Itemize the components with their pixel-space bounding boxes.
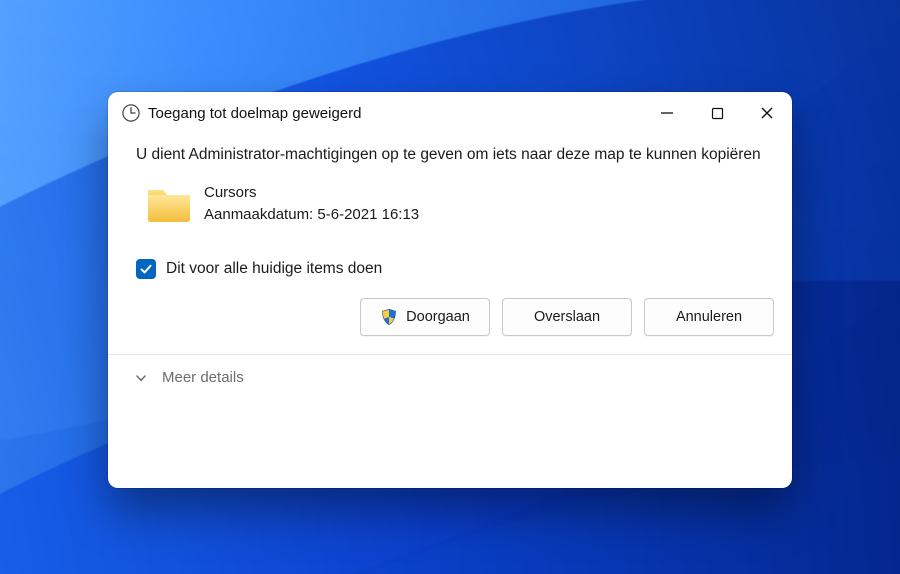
apply-all-checkbox[interactable] bbox=[136, 259, 156, 279]
titlebar: Toegang tot doelmap geweigerd bbox=[108, 92, 792, 134]
dialog-message: U dient Administrator-machtigingen op te… bbox=[136, 144, 764, 166]
skip-button[interactable]: Overslaan bbox=[502, 298, 632, 336]
more-details-link[interactable]: Meer details bbox=[162, 369, 244, 386]
continue-button-label: Doorgaan bbox=[406, 309, 470, 325]
cancel-button[interactable]: Annuleren bbox=[644, 298, 774, 336]
clock-icon bbox=[122, 104, 140, 122]
access-denied-dialog: Toegang tot doelmap geweigerd U dient Ad… bbox=[108, 92, 792, 488]
dialog-body: U dient Administrator-machtigingen op te… bbox=[108, 134, 792, 280]
close-button[interactable] bbox=[742, 92, 792, 134]
folder-created-date: Aanmaakdatum: 5-6-2021 16:13 bbox=[204, 204, 419, 226]
dialog-button-row: Doorgaan Overslaan Annuleren bbox=[108, 280, 792, 336]
folder-icon bbox=[146, 184, 192, 231]
uac-shield-icon bbox=[380, 308, 398, 326]
skip-button-label: Overslaan bbox=[534, 309, 600, 325]
apply-all-label: Dit voor alle huidige items doen bbox=[166, 258, 382, 280]
cancel-button-label: Annuleren bbox=[676, 309, 742, 325]
chevron-down-icon[interactable] bbox=[134, 371, 148, 385]
folder-name: Cursors bbox=[204, 182, 419, 204]
maximize-button[interactable] bbox=[692, 92, 742, 134]
folder-meta: Cursors Aanmaakdatum: 5-6-2021 16:13 bbox=[204, 182, 419, 226]
apply-all-row: Dit voor alle huidige items doen bbox=[136, 258, 764, 280]
continue-button[interactable]: Doorgaan bbox=[360, 298, 490, 336]
target-folder-row: Cursors Aanmaakdatum: 5-6-2021 16:13 bbox=[136, 182, 764, 231]
dialog-title: Toegang tot doelmap geweigerd bbox=[148, 105, 642, 122]
minimize-button[interactable] bbox=[642, 92, 692, 134]
dialog-footer: Meer details bbox=[108, 355, 792, 386]
